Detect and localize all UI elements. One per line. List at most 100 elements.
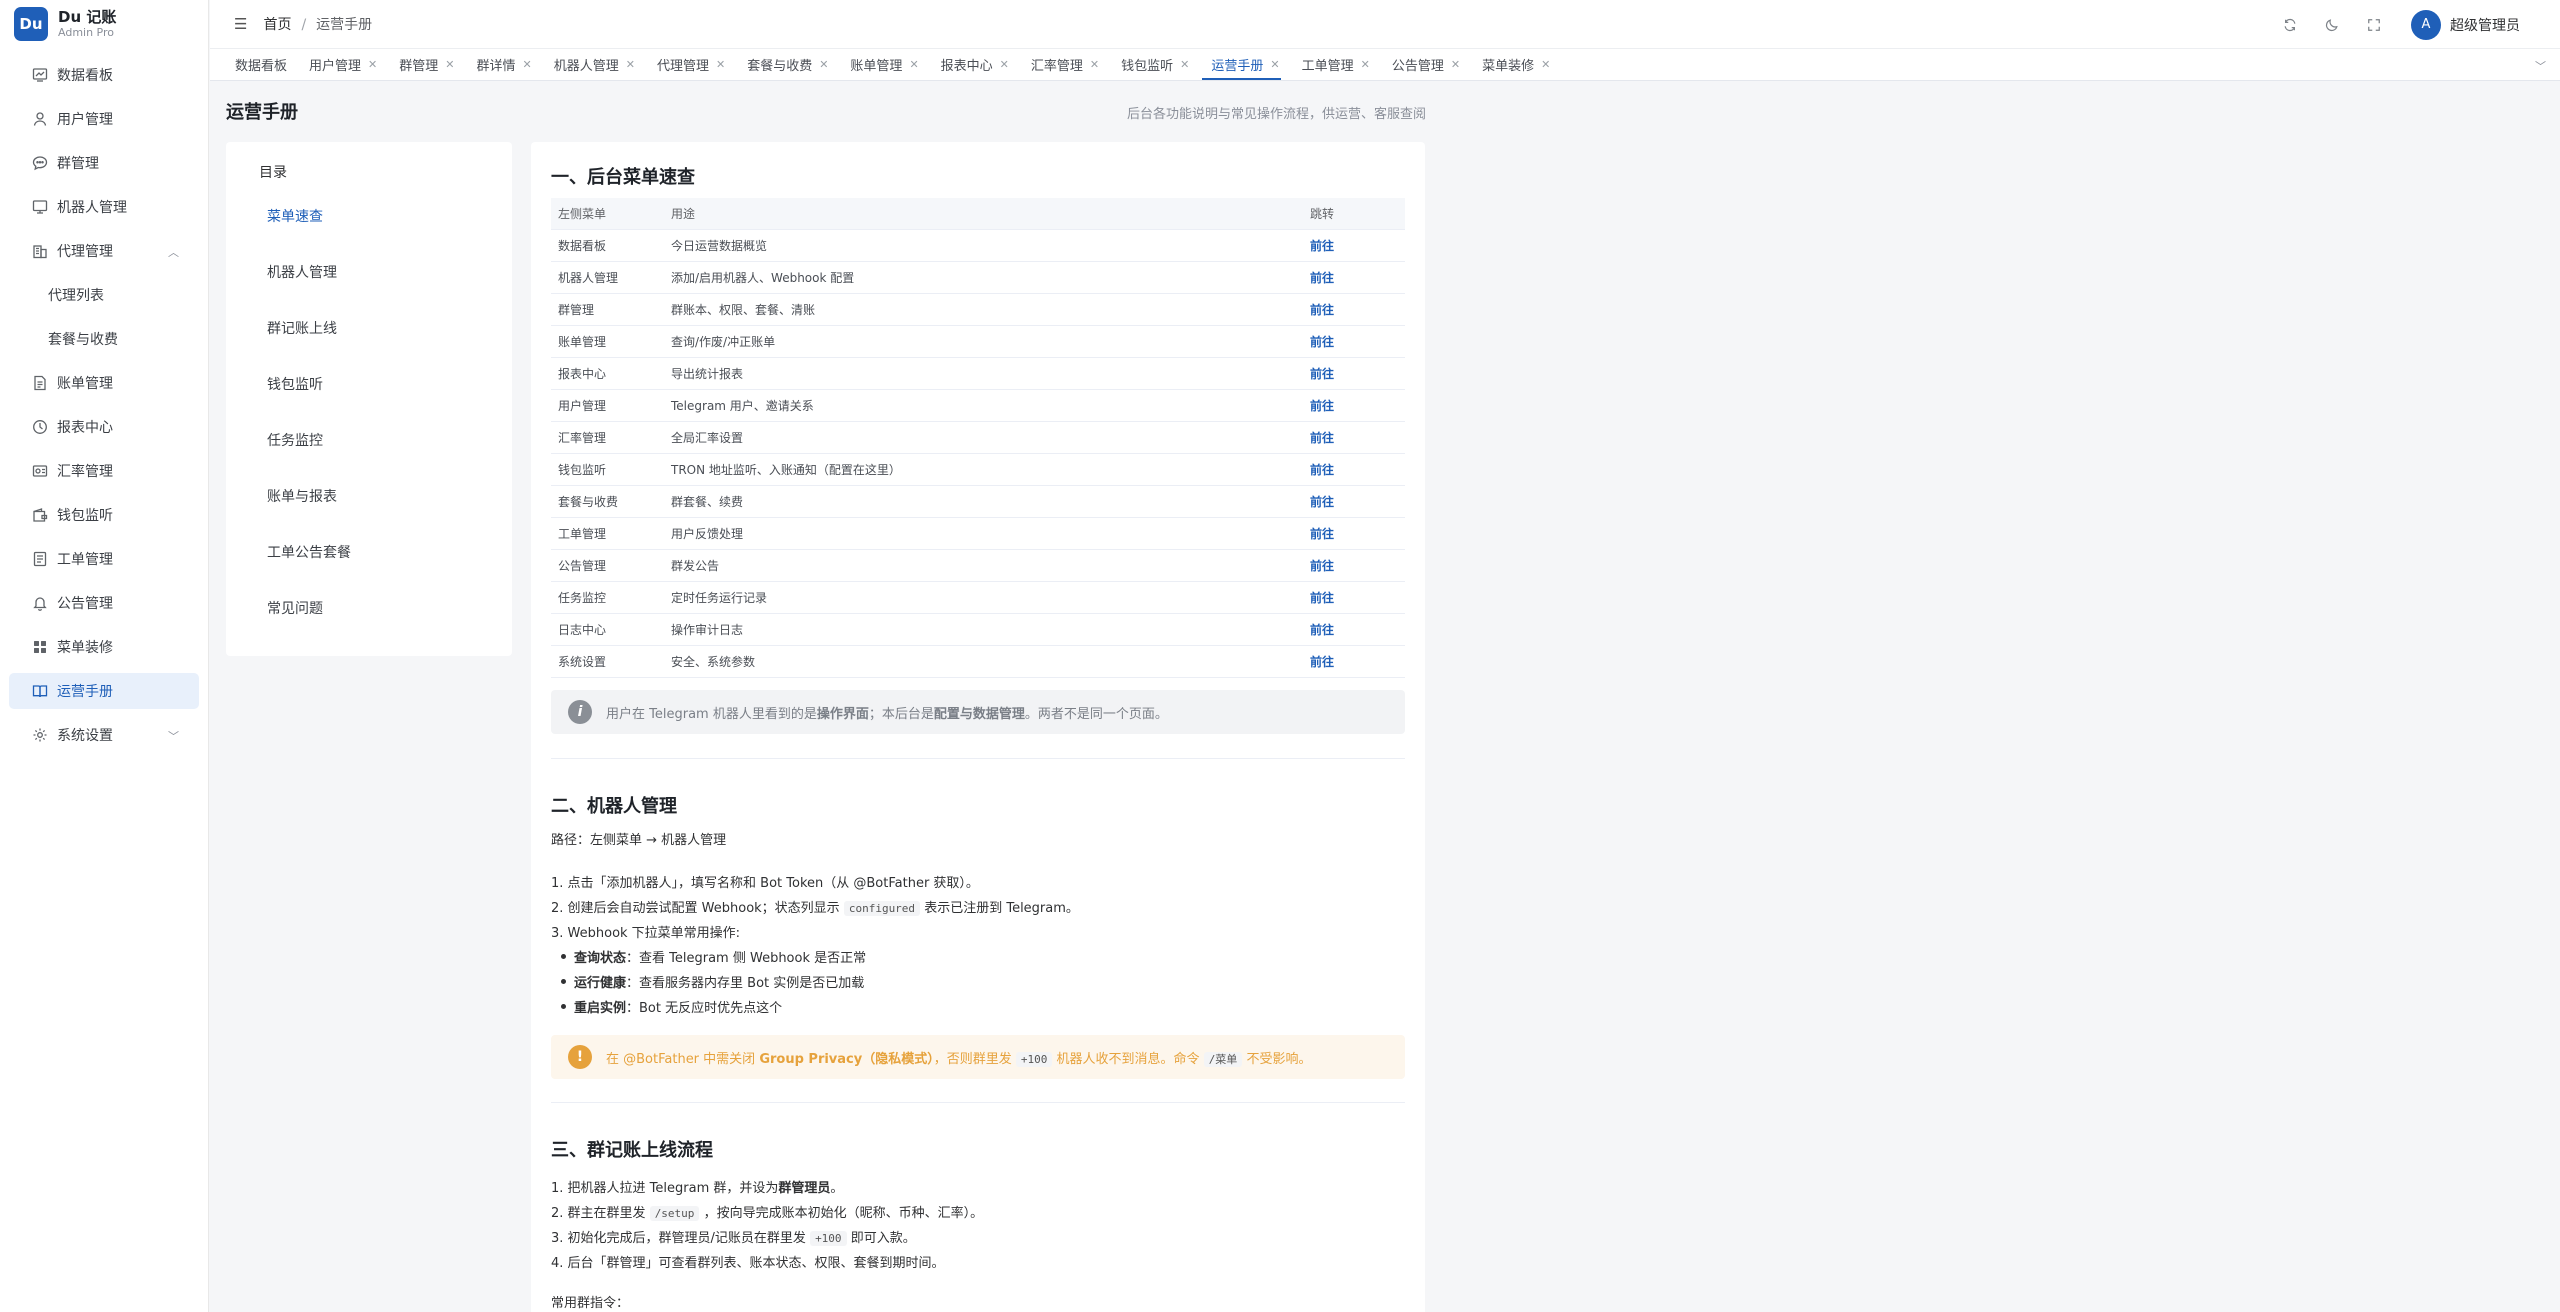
close-icon[interactable]: ✕ [626, 58, 635, 71]
tab-menu-design[interactable]: 菜单装修 ✕ [1467, 48, 1557, 80]
tab-rates[interactable]: 汇率管理 ✕ [1016, 48, 1106, 80]
close-icon[interactable]: ✕ [716, 58, 725, 71]
page-description: 后台各功能说明与常见操作流程，供运营、客服查阅 [1126, 107, 1426, 122]
close-icon[interactable]: ✕ [819, 58, 828, 71]
toc-item-group-launch[interactable]: 群记账上线 [267, 318, 337, 338]
toc-item-bills-reports[interactable]: 账单与报表 [267, 486, 337, 506]
goto-link[interactable]: 前往 [1310, 399, 1334, 413]
tab-bills[interactable]: 账单管理 ✕ [835, 48, 925, 80]
tab-reports[interactable]: 报表中心 ✕ [926, 48, 1016, 80]
warning-icon: ! [568, 1045, 592, 1069]
toc-item-wallet[interactable]: 钱包监听 [267, 374, 323, 394]
sidebar-item-bots[interactable]: 机器人管理 [9, 189, 199, 225]
goto-link[interactable]: 前往 [1310, 367, 1334, 381]
fullscreen-icon[interactable] [2365, 16, 2383, 34]
menu-purpose-cell: 用户反馈处理 [671, 527, 744, 541]
sidebar-item-announcements[interactable]: 公告管理 [9, 585, 199, 621]
close-icon[interactable]: ✕ [1541, 58, 1550, 71]
menu-name-cell: 公告管理 [558, 559, 607, 573]
menu-toggle-icon[interactable]: ☰ [234, 15, 247, 33]
tab-label: 汇率管理 [1030, 58, 1083, 74]
close-icon[interactable]: ✕ [368, 58, 377, 71]
chevron-down-icon[interactable]: ﹀ [2535, 58, 2546, 74]
sidebar-item-label: 机器人管理 [57, 200, 127, 216]
close-icon[interactable]: ✕ [523, 58, 532, 71]
goto-link[interactable]: 前往 [1310, 623, 1334, 637]
tab-users[interactable]: 用户管理 ✕ [294, 48, 384, 80]
menu-purpose-cell: Telegram 用户、邀请关系 [671, 399, 814, 413]
toc-item-tickets-plans[interactable]: 工单公告套餐 [267, 542, 351, 562]
toc-item-menu[interactable]: 菜单速查 [267, 206, 323, 226]
brand-name: Du 记账 [58, 8, 117, 26]
sidebar-item-agents[interactable]: 代理管理 ︿ [9, 233, 199, 269]
goto-link[interactable]: 前往 [1310, 239, 1334, 253]
bell-icon [32, 595, 48, 611]
close-icon[interactable]: ✕ [1270, 58, 1279, 71]
sidebar-item-dashboard[interactable]: 数据看板 [9, 57, 199, 93]
sidebar-item-groups[interactable]: 群管理 [9, 145, 199, 181]
list-item: 1. 点击「添加机器人」，填写名称和 Bot Token（从 @BotFathe… [551, 876, 979, 891]
sidebar-item-settings[interactable]: 系统设置 ﹀ [9, 717, 199, 753]
sidebar-item-reports[interactable]: 报表中心 [9, 409, 199, 445]
toc-item-bots[interactable]: 机器人管理 [267, 262, 337, 282]
manual-content: 一、后台菜单速查 左侧菜单 用途 跳转 数据看板 今日运营数据概览 前往 机器人管理添… [531, 142, 1425, 1312]
close-icon[interactable]: ✕ [909, 58, 918, 71]
table-header: 左侧菜单 用途 跳转 [551, 198, 1405, 230]
brand[interactable]: Du Du 记账 Admin Pro [0, 0, 208, 48]
tab-groups[interactable]: 群管理 ✕ [384, 48, 461, 80]
goto-link[interactable]: 前往 [1310, 431, 1334, 445]
close-icon[interactable]: ✕ [1180, 58, 1189, 71]
sidebar-item-wallet[interactable]: 钱包监听 [9, 497, 199, 533]
tab-label: 群详情 [476, 58, 516, 74]
sidebar-item-bills[interactable]: 账单管理 [9, 365, 199, 401]
tab-label: 报表中心 [940, 58, 993, 74]
sidebar-item-plans[interactable]: 套餐与收费 [9, 321, 199, 357]
sidebar-item-tickets[interactable]: 工单管理 [9, 541, 199, 577]
tab-plans[interactable]: 套餐与收费 ✕ [732, 48, 835, 80]
subsection-label: 常用群指令： [551, 1296, 630, 1311]
list-item: 2. 群主在群里发 /setup ，按向导完成账本初始化（昵称、币种、汇率）。 [551, 1206, 984, 1221]
sidebar-item-manual[interactable]: 运营手册 [9, 673, 199, 709]
menu-purpose-cell: 群账本、权限、套餐、清账 [671, 303, 816, 317]
sidebar-item-agent-list[interactable]: 代理列表 [9, 277, 199, 313]
goto-link[interactable]: 前往 [1310, 591, 1334, 605]
list-item: 2. 创建后会自动尝试配置 Webhook；状态列显示 configured 表… [551, 901, 1079, 916]
tab-group-detail[interactable]: 群详情 ✕ [461, 48, 538, 80]
close-icon[interactable]: ✕ [1451, 58, 1460, 71]
table-row: 工单管理 用户反馈处理 前往 [551, 518, 1405, 550]
tab-tickets[interactable]: 工单管理 ✕ [1287, 48, 1377, 80]
toc-item-tasks[interactable]: 任务监控 [267, 430, 323, 450]
user-name[interactable]: 超级管理员 [2450, 15, 2520, 35]
tab-dashboard[interactable]: 数据看板 [220, 48, 294, 80]
close-icon[interactable]: ✕ [1090, 58, 1099, 71]
sidebar-item-users[interactable]: 用户管理 [9, 101, 199, 137]
close-icon[interactable]: ✕ [445, 58, 454, 71]
goto-link[interactable]: 前往 [1310, 271, 1334, 285]
goto-link[interactable]: 前往 [1310, 655, 1334, 669]
avatar[interactable]: A [2411, 9, 2441, 40]
goto-link[interactable]: 前往 [1310, 335, 1334, 349]
tab-bots[interactable]: 机器人管理 ✕ [539, 48, 642, 80]
moon-icon[interactable] [2323, 16, 2341, 34]
tab-agents[interactable]: 代理管理 ✕ [642, 48, 732, 80]
sidebar-item-menu-design[interactable]: 菜单装修 [9, 629, 199, 665]
tab-wallet[interactable]: 钱包监听 ✕ [1106, 48, 1196, 80]
breadcrumb-home[interactable]: 首页 [263, 17, 291, 33]
goto-link[interactable]: 前往 [1310, 559, 1334, 573]
tab-manual[interactable]: 运营手册 ✕ [1196, 48, 1286, 80]
tab-label: 机器人管理 [553, 58, 619, 74]
close-icon[interactable]: ✕ [1000, 58, 1009, 71]
goto-link[interactable]: 前往 [1310, 303, 1334, 317]
goto-link[interactable]: 前往 [1310, 495, 1334, 509]
sidebar-item-rates[interactable]: 汇率管理 [9, 453, 199, 489]
goto-link[interactable]: 前往 [1310, 527, 1334, 541]
menu-name-cell: 系统设置 [558, 655, 607, 669]
goto-link[interactable]: 前往 [1310, 463, 1334, 477]
menu-purpose-cell: 今日运营数据概览 [671, 239, 768, 253]
toc-item-faq[interactable]: 常见问题 [267, 598, 323, 618]
refresh-icon[interactable] [2281, 16, 2299, 34]
column-header: 跳转 [1310, 207, 1335, 221]
sidebar-item-label: 用户管理 [57, 112, 113, 128]
close-icon[interactable]: ✕ [1361, 58, 1370, 71]
tab-announcements[interactable]: 公告管理 ✕ [1377, 48, 1467, 80]
